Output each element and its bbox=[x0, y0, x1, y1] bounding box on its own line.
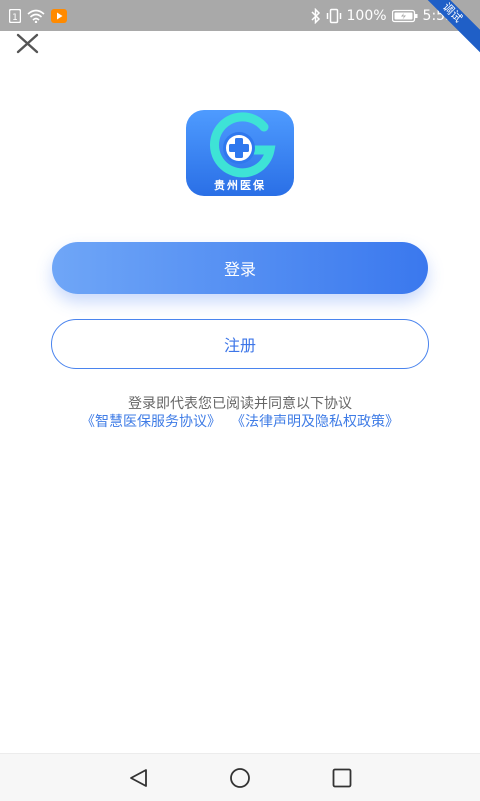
home-circle-icon bbox=[230, 768, 250, 788]
close-icon bbox=[16, 33, 39, 54]
bluetooth-icon bbox=[310, 8, 320, 24]
wifi-icon bbox=[27, 9, 45, 23]
battery-icon bbox=[391, 9, 418, 23]
status-right-icons: 100% 5:53 bbox=[310, 6, 454, 26]
status-bar: 1 100% 5:53 调试 bbox=[0, 0, 480, 55]
register-button[interactable]: 注册 bbox=[51, 319, 429, 369]
battery-percent: 100% bbox=[346, 8, 387, 24]
recents-square-icon bbox=[332, 768, 352, 788]
home-button[interactable] bbox=[228, 766, 252, 790]
app-logo: 贵州医保 bbox=[186, 110, 294, 196]
play-app-icon bbox=[51, 9, 67, 23]
login-button[interactable]: 登录 bbox=[52, 242, 428, 294]
sim-icon: 1 bbox=[9, 9, 21, 23]
vibrate-icon bbox=[326, 8, 341, 24]
close-button[interactable] bbox=[15, 31, 41, 57]
back-button[interactable] bbox=[127, 766, 151, 790]
service-agreement-link[interactable]: 《智慧医保服务协议》 bbox=[81, 414, 221, 430]
agreement-links: 《智慧医保服务协议》 《法律声明及隐私权政策》 bbox=[0, 413, 480, 431]
back-triangle-icon bbox=[130, 769, 147, 787]
svg-text:1: 1 bbox=[12, 13, 18, 23]
privacy-policy-link[interactable]: 《法律声明及隐私权政策》 bbox=[231, 414, 399, 430]
agreement-text: 登录即代表您已阅读并同意以下协议 bbox=[128, 396, 352, 412]
navigation-bar bbox=[0, 753, 480, 801]
status-left-icons: 1 bbox=[9, 8, 67, 24]
logo-text: 贵州医保 bbox=[214, 179, 266, 192]
recents-button[interactable] bbox=[330, 766, 354, 790]
